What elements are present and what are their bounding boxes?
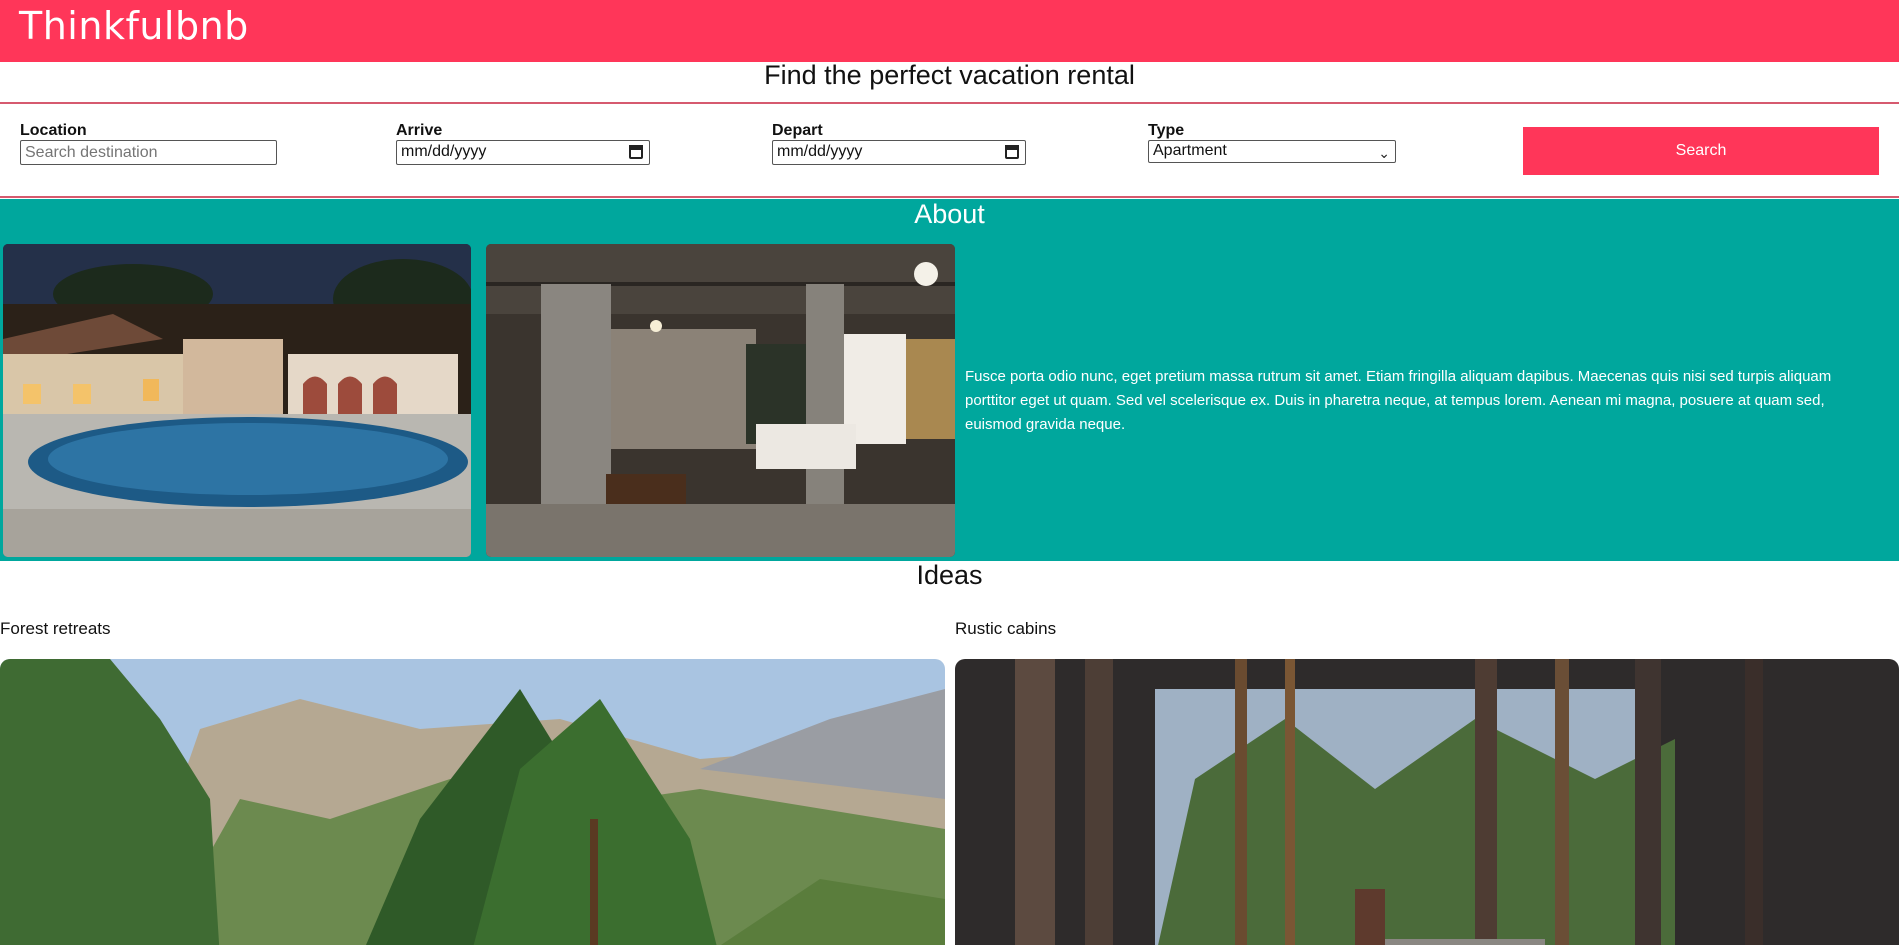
idea-label-forest-retreats[interactable]: Forest retreats [0,619,111,639]
about-description: Fusce porta odio nunc, eget pretium mass… [965,368,1832,433]
idea-card-forest-retreats[interactable] [0,659,945,945]
depart-label: Depart [772,122,823,139]
depart-date-input[interactable]: mm/dd/yyyy [772,140,1026,165]
ideas-heading: Ideas [916,560,983,590]
type-selected-value: Apartment [1153,142,1227,159]
about-heading: About [914,199,985,229]
location-input[interactable] [20,140,277,165]
location-label: Location [20,122,87,139]
arrive-field-group: Arrive mm/dd/yyyy [396,122,650,165]
search-heading: Find the perfect vacation rental [764,60,1135,90]
calendar-icon[interactable] [629,145,643,159]
about-photo-loft-bedroom [486,244,955,557]
about-section: About Fusce porta odio nunc, eget pretiu… [0,199,1899,561]
arrive-date-input[interactable]: mm/dd/yyyy [396,140,650,165]
search-form: Location Arrive mm/dd/yyyy Depart mm/dd/… [0,102,1899,198]
arrive-date-value: mm/dd/yyyy [401,143,487,160]
arrive-label: Arrive [396,122,443,139]
calendar-icon[interactable] [1005,145,1019,159]
chevron-down-icon: ⌄ [1378,145,1390,161]
idea-card-rustic-cabins[interactable] [955,659,1899,945]
logo[interactable]: Thinkfulbnb [19,4,249,48]
depart-field-group: Depart mm/dd/yyyy [772,122,1026,165]
location-field-group: Location [20,122,277,165]
about-photo-villa-pool [3,244,471,557]
top-nav-bar: Thinkfulbnb [0,0,1899,62]
depart-date-value: mm/dd/yyyy [777,143,863,160]
idea-label-rustic-cabins[interactable]: Rustic cabins [955,619,1056,639]
type-field-group: Type Apartment ⌄ [1148,122,1396,163]
search-button[interactable]: Search [1523,127,1879,175]
type-select[interactable]: Apartment ⌄ [1148,140,1396,163]
type-label: Type [1148,122,1185,139]
